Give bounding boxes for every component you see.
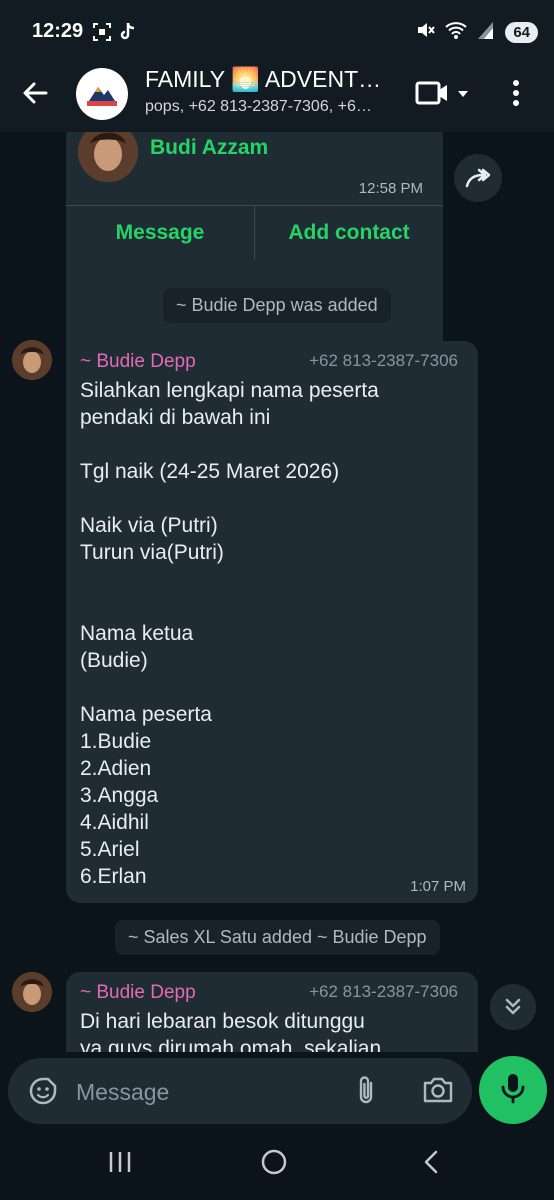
camera-icon[interactable] (422, 1076, 454, 1109)
chat-title[interactable]: FAMILY 🌅 ADVENT… (145, 66, 385, 93)
forward-button[interactable] (454, 154, 502, 202)
chat-area[interactable]: Budi Azzam 12:58 PM Message Add contact … (0, 132, 554, 1052)
battery-indicator: 64 (505, 22, 538, 43)
input-container (8, 1058, 472, 1124)
back-arrow-icon[interactable] (20, 78, 50, 113)
chat-participants[interactable]: pops, +62 813-2387-7306, +6… (145, 98, 393, 116)
video-call-button[interactable] (414, 78, 474, 115)
message-time: 1:07 PM (410, 878, 466, 895)
sender-avatar[interactable] (12, 972, 52, 1012)
system-navigation-bar (0, 1130, 554, 1200)
scroll-to-bottom-button[interactable] (490, 984, 536, 1030)
more-options-icon[interactable] (510, 78, 522, 113)
status-time: 12:29 (32, 20, 84, 42)
screenshot-icon (92, 22, 112, 47)
group-avatar[interactable] (76, 68, 128, 120)
recent-apps-icon[interactable] (106, 1148, 134, 1181)
attach-icon[interactable] (354, 1074, 378, 1113)
status-bar: 12:29 64 (0, 0, 554, 62)
contact-name: Budi Azzam (150, 136, 269, 159)
message-contact-button[interactable]: Message (66, 206, 255, 260)
wifi-icon (445, 20, 467, 45)
system-message: ~ Budie Depp was added (163, 288, 391, 323)
microphone-icon (500, 1072, 526, 1109)
mute-icon (415, 20, 436, 45)
message-bubble[interactable]: ~ Budie Depp +62 813-2387-7306 Silahkan … (66, 341, 478, 903)
system-message: ~ Sales XL Satu added ~ Budie Depp (115, 920, 440, 955)
message-sender-phone: +62 813-2387-7306 (309, 982, 458, 1001)
contact-avatar (78, 132, 138, 182)
sender-avatar[interactable] (12, 340, 52, 380)
message-text: Di hari lebaran besok ditunggu ya guys d… (80, 1010, 382, 1052)
chat-header: FAMILY 🌅 ADVENT… pops, +62 813-2387-7306… (0, 62, 554, 132)
contact-card-time: 12:58 PM (358, 180, 423, 197)
message-sender[interactable]: ~ Budie Depp (80, 982, 196, 1004)
tiktok-icon (118, 22, 136, 47)
add-contact-button[interactable]: Add contact (255, 206, 443, 260)
home-icon[interactable] (260, 1148, 288, 1181)
back-nav-icon[interactable] (418, 1148, 446, 1181)
voice-message-button[interactable] (479, 1056, 547, 1124)
message-bubble[interactable]: ~ Budie Depp +62 813-2387-7306 Di hari l… (66, 972, 478, 1052)
sticker-emoji-icon[interactable] (28, 1076, 58, 1111)
message-sender[interactable]: ~ Budie Depp (80, 351, 196, 373)
message-composer (0, 1052, 554, 1130)
message-sender-phone: +62 813-2387-7306 (309, 351, 458, 370)
message-input[interactable] (74, 1072, 338, 1112)
message-text: Silahkan lengkapi nama peserta pendaki d… (80, 379, 379, 888)
signal-icon (477, 20, 495, 45)
